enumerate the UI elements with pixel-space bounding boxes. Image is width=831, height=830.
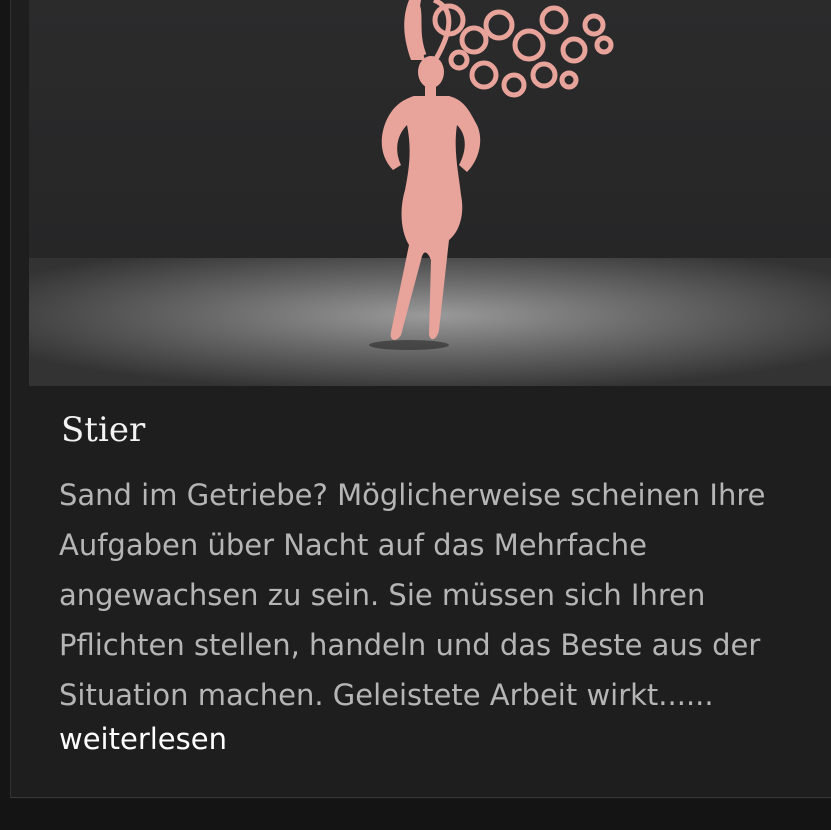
read-more-link[interactable]: weiterlesen xyxy=(59,722,227,756)
card-description: Sand im Getriebe? Möglicherweise scheine… xyxy=(59,478,766,712)
zodiac-illustration[interactable] xyxy=(29,0,831,386)
woman-silhouette-icon xyxy=(29,0,831,386)
card-title: Stier xyxy=(61,410,146,450)
horoscope-card: Stier Sand im Getriebe? Möglicherweise s… xyxy=(10,0,831,798)
page-background xyxy=(0,800,831,830)
